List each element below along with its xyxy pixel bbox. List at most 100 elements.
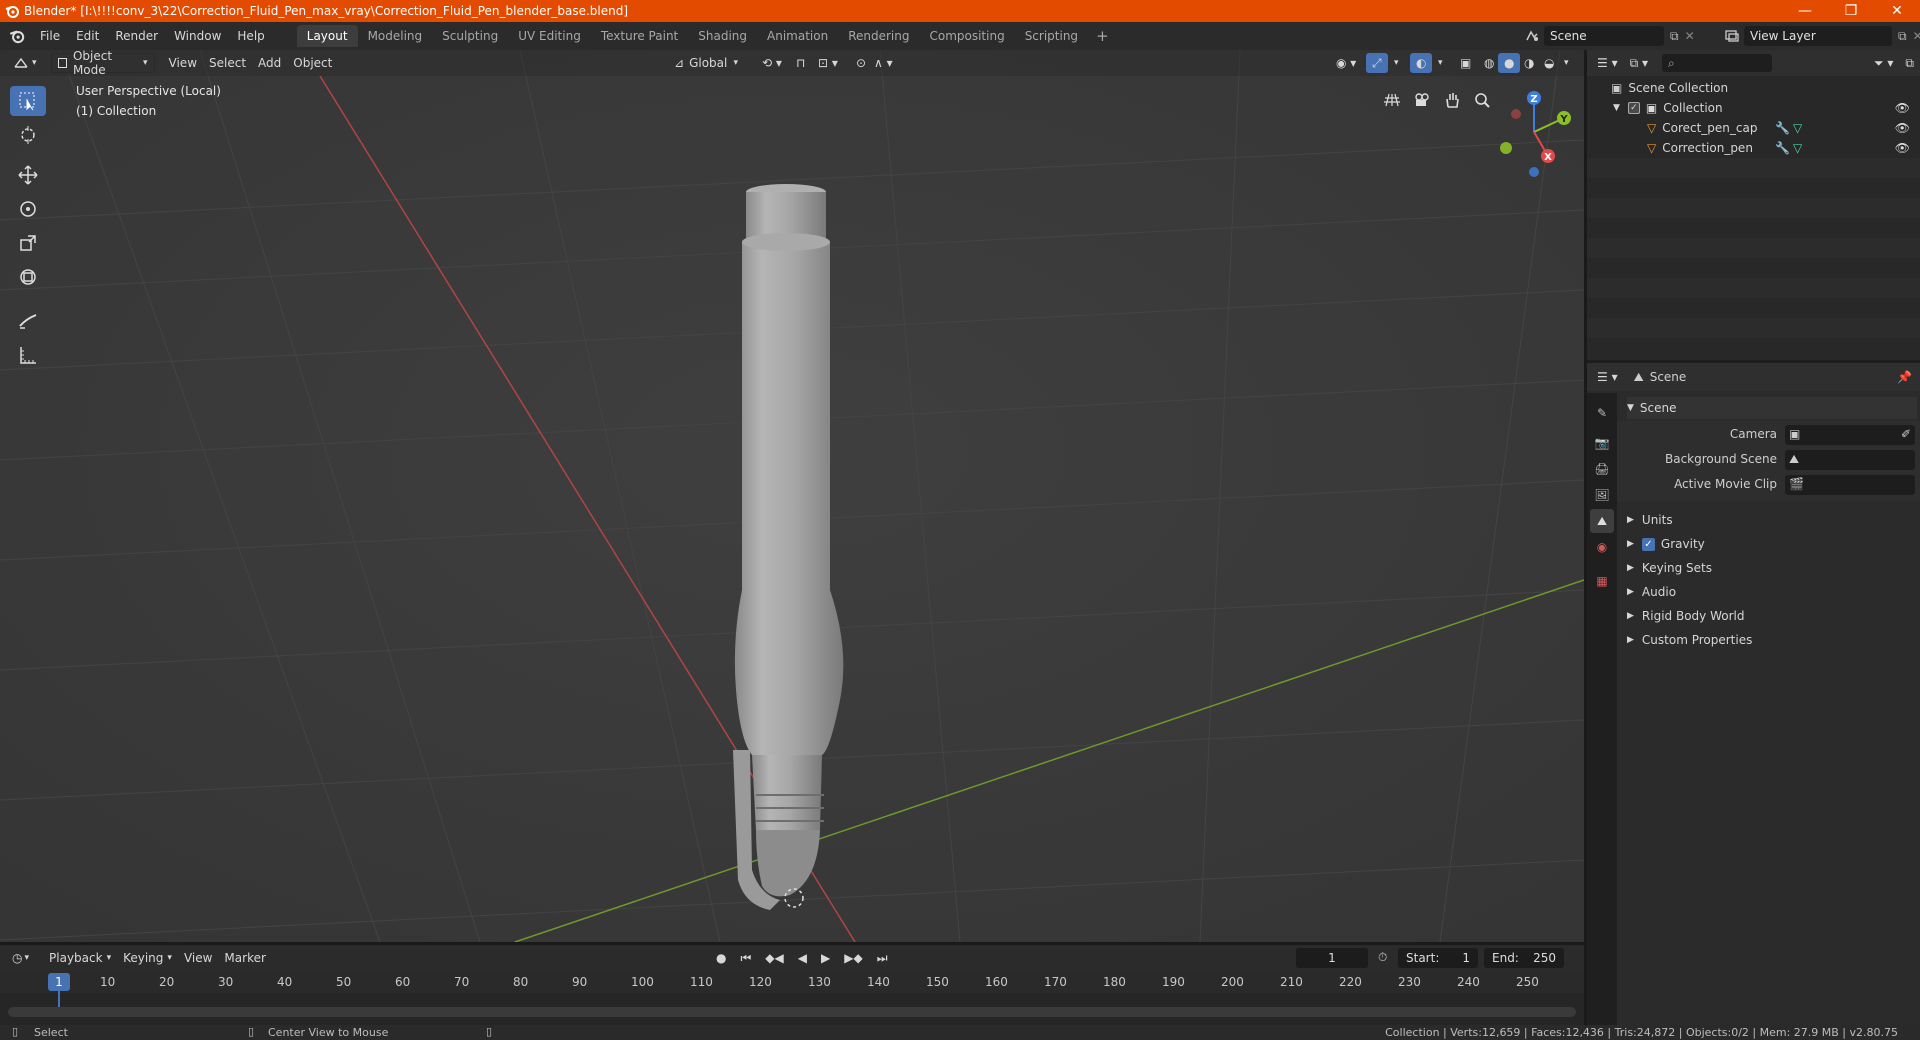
gravity-panel-header[interactable]: ▶ ✓ Gravity [1627, 533, 1917, 555]
menu-help[interactable]: Help [229, 29, 272, 43]
move-tool[interactable] [10, 160, 46, 190]
outliner-search-input[interactable]: ⌕ [1662, 54, 1773, 72]
scene-name-field[interactable]: Scene [1544, 26, 1664, 46]
timeline-editor[interactable]: ◷ ▾ Playback ▾ Keying ▾ View Marker ● ⏮ ◆◀ … [0, 945, 1584, 1025]
gizmo-neg-z-icon[interactable] [1529, 167, 1539, 177]
gizmo-neg-y-icon[interactable] [1500, 142, 1512, 154]
outliner-row-collection[interactable]: ▼ ✓ ▣ Collection 👁 [1587, 98, 1920, 118]
close-button[interactable]: ✕ [1874, 0, 1920, 22]
mode-dropdown[interactable]: Object Mode ▾ [50, 50, 155, 77]
new-collection-icon[interactable]: ⧉ [1899, 53, 1920, 73]
view-layer-tab[interactable]: 🖼 [1590, 483, 1614, 507]
menu-file[interactable]: File [32, 29, 68, 43]
rigid-body-world-panel-header[interactable]: ▶ Rigid Body World [1627, 605, 1917, 627]
rotate-tool[interactable] [10, 194, 46, 224]
render-tab[interactable]: 📷 [1590, 431, 1614, 455]
play-icon[interactable]: ▶ [815, 948, 836, 968]
pin-icon[interactable]: 📌 [1897, 370, 1912, 384]
tab-texture-paint[interactable]: Texture Paint [591, 25, 688, 47]
scene-tab[interactable]: ⛰ [1590, 509, 1614, 533]
object-visibility-icon[interactable]: 👁 [1895, 141, 1910, 155]
maximize-button[interactable]: ❐ [1828, 0, 1874, 22]
tab-layout[interactable]: Layout [296, 25, 358, 47]
current-frame-field[interactable]: 1 [1296, 948, 1368, 968]
record-button-icon[interactable]: ● [710, 948, 732, 968]
tab-animation[interactable]: Animation [757, 25, 838, 47]
pan-view-button[interactable] [1438, 86, 1466, 114]
jump-start-icon[interactable]: ⏮ [734, 948, 757, 968]
transform-tool[interactable] [10, 262, 46, 292]
gizmo-dropdown-icon[interactable]: ▾ [1388, 53, 1405, 73]
scale-tool[interactable] [10, 228, 46, 258]
collection-visibility-icon[interactable]: 👁 [1895, 101, 1910, 115]
cursor-tool[interactable] [10, 120, 46, 150]
3d-viewport[interactable]: ▾ Object Mode ▾ View Select Add Object ⊿… [0, 50, 1584, 942]
snap-icon[interactable]: ⊓ [790, 53, 811, 73]
gravity-checkbox[interactable]: ✓ [1641, 537, 1655, 551]
menu-render[interactable]: Render [107, 29, 166, 43]
playhead[interactable]: 1 [48, 973, 70, 991]
xray-toggle-icon[interactable]: ▣ [1454, 53, 1477, 73]
background-scene-field[interactable]: ⛰ [1785, 450, 1915, 470]
play-reverse-icon[interactable]: ◀ [792, 948, 813, 968]
tab-compositing[interactable]: Compositing [919, 25, 1014, 47]
timeline-menu-keying[interactable]: Keying ▾ [117, 948, 178, 968]
measure-tool[interactable] [10, 340, 46, 370]
toggle-grid-button[interactable] [1378, 86, 1406, 114]
expand-collection-icon[interactable]: ▼ [1613, 103, 1620, 113]
tool-tab[interactable]: ✎ [1590, 401, 1614, 425]
navigation-gizmo[interactable]: Z Y X [1488, 80, 1584, 190]
outliner-row-scene-collection[interactable]: ▣ Scene Collection [1587, 78, 1920, 98]
modifier-icon[interactable]: 🔧 [1775, 141, 1790, 155]
blender-menu-icon[interactable] [8, 27, 26, 45]
modifier-icon[interactable]: 🔧 [1775, 121, 1790, 135]
filter-icon[interactable]: ⏷ ▾ [1868, 53, 1899, 73]
menu-window[interactable]: Window [166, 29, 229, 43]
select-box-tool[interactable] [10, 86, 46, 116]
shading-dropdown-icon[interactable]: ▾ [1558, 53, 1575, 73]
properties-editor[interactable]: ☰ ▾ ⛰ Scene 📌 ✎ 📷 🖨 🖼 ⛰ ◉ ▦ ▼ Scene Came… [1587, 363, 1920, 1025]
end-frame-field[interactable]: End: 250 [1484, 948, 1564, 968]
annotate-tool[interactable] [10, 306, 46, 336]
jump-keyframe-forward-icon[interactable]: ▶◆ [838, 948, 868, 968]
start-frame-field[interactable]: Start: 1 [1398, 948, 1478, 968]
object-visibility-icon[interactable]: 👁 [1895, 121, 1910, 135]
stopwatch-icon[interactable]: ⏱ [1378, 950, 1387, 965]
units-panel-header[interactable]: ▶ Units [1627, 509, 1917, 531]
editor-type-button[interactable]: ▾ [6, 53, 43, 73]
timeline-editor-type-button[interactable]: ◷ ▾ [6, 948, 35, 968]
pivot-point-icon[interactable]: ⟲ ▾ [756, 53, 788, 73]
collection-checkbox[interactable]: ✓ [1627, 102, 1640, 114]
tab-rendering[interactable]: Rendering [838, 25, 919, 47]
viewport-menu-add[interactable]: Add [252, 53, 287, 73]
audio-panel-header[interactable]: ▶ Audio [1627, 581, 1917, 603]
outliner-editor-type-icon[interactable]: ☰ ▾ [1591, 53, 1624, 73]
gizmo-toggle-icon[interactable]: ⤢ [1366, 53, 1388, 73]
camera-view-button[interactable] [1408, 86, 1436, 114]
outliner-row-object[interactable]: ▽ Corect_pen_cap 🔧 ▽ 👁 [1587, 118, 1920, 138]
timeline-scrollbar[interactable] [8, 1007, 1576, 1017]
scene-panel-header[interactable]: ▼ Scene [1627, 397, 1917, 419]
timeline-ruler[interactable]: 10 20 30 40 50 60 70 80 90 100 110 120 130 140 150 160 1… [0, 971, 1584, 993]
viewport-menu-object[interactable]: Object [287, 53, 338, 73]
tab-shading[interactable]: Shading [688, 25, 757, 47]
mesh-data-icon[interactable]: ▽ [1793, 141, 1802, 155]
active-movie-clip-field[interactable]: 🎬 [1785, 475, 1915, 495]
add-workspace-button[interactable]: + [1088, 25, 1117, 47]
falloff-icon[interactable]: ∧ ▾ [868, 53, 899, 73]
overlay-toggle-icon[interactable]: ◐ [1410, 53, 1433, 73]
new-view-layer-icon[interactable]: ⧉ [1898, 29, 1907, 44]
overlay-dropdown-icon[interactable]: ▾ [1432, 53, 1449, 73]
custom-properties-panel-header[interactable]: ▶ Custom Properties [1627, 629, 1917, 651]
tab-scripting[interactable]: Scripting [1015, 25, 1088, 47]
tab-sculpting[interactable]: Sculpting [432, 25, 508, 47]
gizmo-neg-x-icon[interactable] [1511, 109, 1521, 119]
timeline-menu-marker[interactable]: Marker [218, 948, 271, 968]
mesh-data-icon[interactable]: ▽ [1793, 121, 1802, 135]
visibility-icon[interactable]: ◉ ▾ [1330, 53, 1362, 73]
view-layer-icon[interactable] [1724, 28, 1740, 44]
texture-tab[interactable]: ▦ [1590, 569, 1614, 593]
viewport-menu-view[interactable]: View [163, 53, 203, 73]
output-tab[interactable]: 🖨 [1590, 457, 1614, 481]
snap-target-icon[interactable]: ⊡ ▾ [812, 53, 844, 73]
